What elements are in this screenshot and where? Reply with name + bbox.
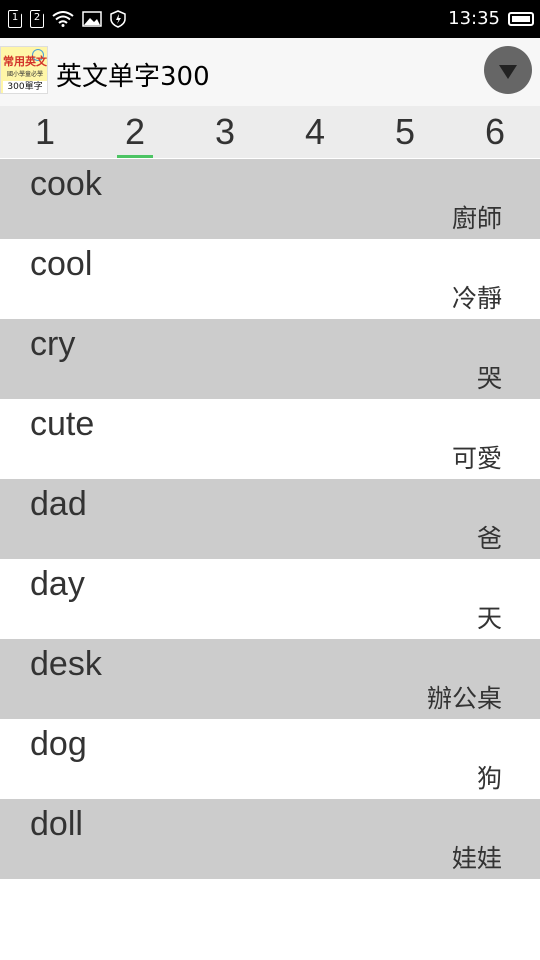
tab-2[interactable]: 2	[90, 106, 180, 158]
app-title: 英文单字300	[56, 62, 210, 92]
chinese-translation: 廚師	[451, 204, 502, 233]
tab-1[interactable]: 1	[0, 106, 90, 158]
app-logo: 常用英文 國小學童必學 300單字	[0, 46, 48, 94]
list-item[interactable]: dog 狗	[0, 719, 540, 799]
list-item[interactable]: cool 冷靜	[0, 239, 540, 319]
chinese-translation: 爸	[476, 524, 502, 553]
dropdown-menu-button[interactable]	[484, 46, 532, 94]
sim1-icon: 1	[8, 10, 22, 28]
list-item[interactable]: day 天	[0, 559, 540, 639]
english-word: dad	[30, 485, 87, 523]
status-right: 13:35	[448, 8, 534, 29]
chinese-translation: 天	[476, 604, 502, 633]
page-tabs: 1 2 3 4 5 6	[0, 106, 540, 158]
english-word: cute	[30, 405, 95, 443]
tab-5[interactable]: 5	[360, 106, 450, 158]
list-item[interactable]: dad 爸	[0, 479, 540, 559]
clock: 13:35	[448, 8, 500, 29]
list-item[interactable]: cook 廚師	[0, 159, 540, 239]
chinese-translation: 辦公桌	[426, 684, 502, 713]
logo-top-text: 常用英文	[3, 55, 47, 68]
image-icon	[82, 11, 102, 27]
english-word: cry	[30, 325, 76, 363]
battery-icon	[508, 11, 534, 26]
word-list: cook 廚師 cool 冷靜 cry 哭 cute 可愛 dad 爸 day …	[0, 159, 540, 879]
english-word: dog	[30, 725, 87, 763]
chinese-translation: 娃娃	[451, 844, 502, 873]
list-item[interactable]: cute 可愛	[0, 399, 540, 479]
list-item[interactable]: desk 辦公桌	[0, 639, 540, 719]
wifi-icon	[52, 11, 74, 27]
status-bar: 1 2 13:35	[0, 0, 540, 38]
app-bar: 常用英文 國小學童必學 300單字 英文单字300	[0, 38, 540, 106]
english-word: doll	[30, 805, 83, 843]
logo-middle-text: 國小學童必學	[6, 71, 43, 78]
dropdown-arrow-icon	[499, 65, 517, 79]
shield-icon	[110, 10, 126, 28]
english-word: cool	[30, 245, 93, 283]
chinese-translation: 狗	[476, 764, 502, 793]
list-item[interactable]: cry 哭	[0, 319, 540, 399]
chinese-translation: 冷靜	[451, 284, 502, 313]
logo-bottom-text: 300單字	[3, 81, 47, 93]
sim2-icon: 2	[30, 10, 44, 28]
status-left: 1 2	[8, 8, 126, 30]
chinese-translation: 哭	[476, 364, 502, 393]
tab-4[interactable]: 4	[270, 106, 360, 158]
english-word: cook	[30, 165, 102, 203]
tab-3[interactable]: 3	[180, 106, 270, 158]
english-word: day	[30, 565, 85, 603]
list-item[interactable]: doll 娃娃	[0, 799, 540, 879]
tab-6[interactable]: 6	[450, 106, 540, 158]
english-word: desk	[30, 645, 102, 683]
chinese-translation: 可愛	[451, 444, 502, 473]
